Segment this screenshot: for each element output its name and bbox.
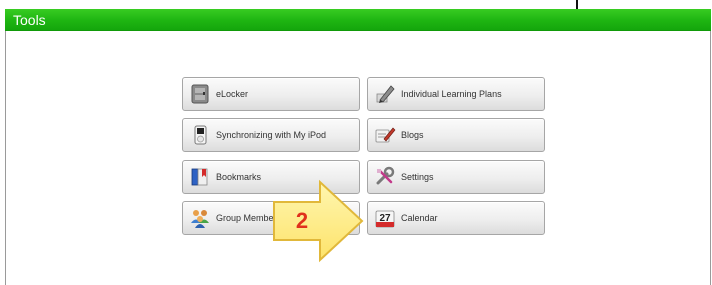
bookmarks-label: Bookmarks	[216, 172, 262, 182]
synchronizing-ipod-button[interactable]: Synchronizing with My iPod	[182, 118, 360, 152]
pencil-icon	[376, 85, 395, 103]
calendar-button[interactable]: 27 Calendar	[367, 201, 545, 235]
blogs-label: Blogs	[401, 130, 424, 140]
settings-button[interactable]: Settings	[367, 160, 545, 194]
group-icon	[191, 210, 209, 228]
tools-header: Tools	[5, 9, 711, 31]
calendar-icon: 27	[375, 210, 395, 228]
settings-label: Settings	[401, 172, 434, 182]
ipod-icon	[194, 125, 207, 145]
synchronizing-ipod-label: Synchronizing with My iPod	[216, 130, 327, 140]
blogs-button[interactable]: Blogs	[367, 118, 545, 152]
individual-learning-plans-label: Individual Learning Plans	[401, 89, 502, 99]
elocker-label: eLocker	[216, 89, 249, 99]
calendar-label: Calendar	[401, 213, 438, 223]
book-icon	[191, 168, 208, 186]
blog-icon	[375, 127, 396, 143]
step-callout: 2	[270, 178, 370, 264]
wrench-icon	[376, 166, 395, 185]
group-members-label: Group Membe	[216, 213, 274, 223]
page-title: Tools	[13, 12, 46, 28]
text-cursor	[576, 0, 578, 9]
locker-icon	[191, 84, 209, 104]
tools-page: Tools eLocker Individual Learning Plans …	[0, 0, 712, 285]
elocker-button[interactable]: eLocker	[182, 77, 360, 111]
calendar-day-number: 27	[379, 213, 391, 224]
individual-learning-plans-button[interactable]: Individual Learning Plans	[367, 77, 545, 111]
step-number: 2	[295, 208, 309, 233]
